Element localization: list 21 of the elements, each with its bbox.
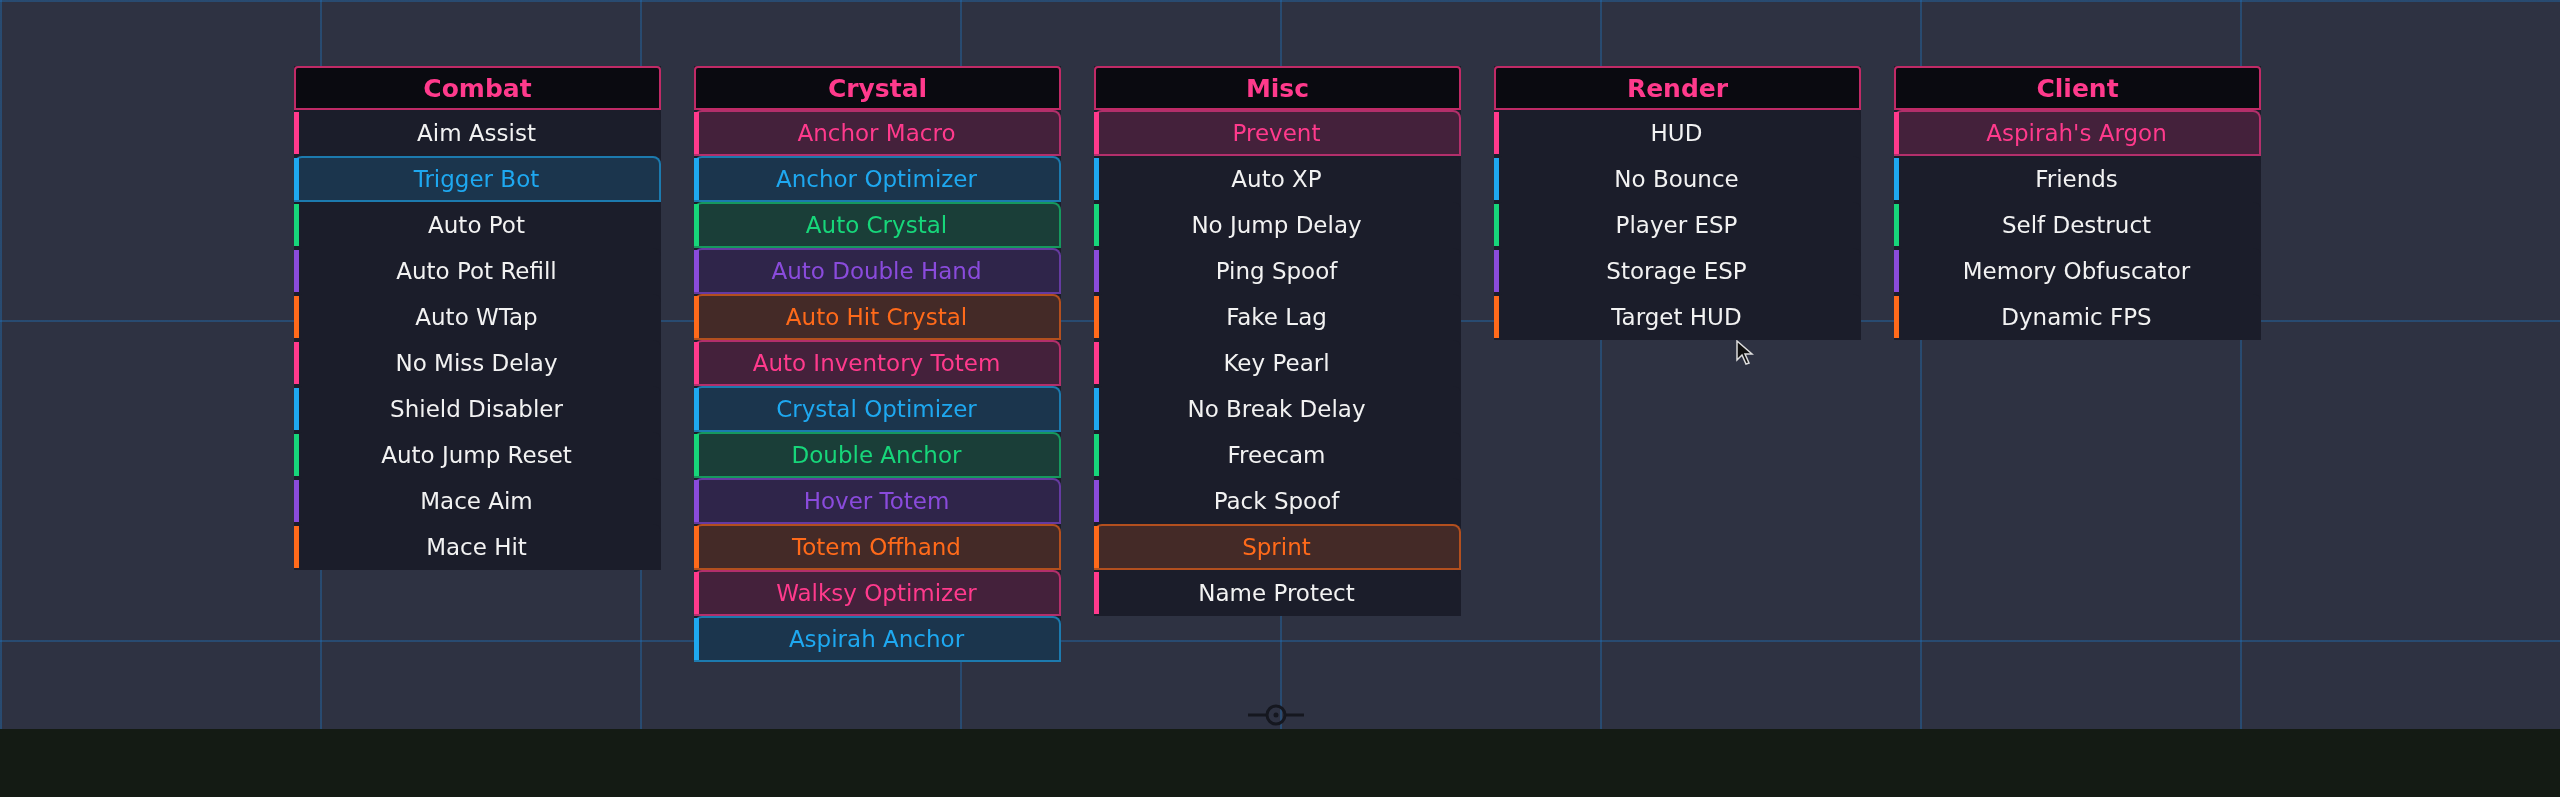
panel-header: Crystal	[694, 66, 1061, 110]
panel-header: Render	[1494, 66, 1861, 110]
module-toggle[interactable]: Walksy Optimizer	[694, 570, 1061, 616]
module-toggle[interactable]: Auto Inventory Totem	[694, 340, 1061, 386]
module-toggle[interactable]: Anchor Macro	[694, 110, 1061, 156]
panel-header: Misc	[1094, 66, 1461, 110]
module-toggle[interactable]: Crystal Optimizer	[694, 386, 1061, 432]
module-toggle[interactable]: Trigger Bot	[294, 156, 661, 202]
panel-header: Combat	[294, 66, 661, 110]
panel-header: Client	[1894, 66, 2261, 110]
module-toggle[interactable]: Auto Hit Crystal	[694, 294, 1061, 340]
module-toggle[interactable]: Aspirah's Argon	[1894, 110, 2261, 156]
module-toggle[interactable]: Aspirah Anchor	[694, 616, 1061, 662]
module-toggle[interactable]: Prevent	[1094, 110, 1461, 156]
mouse-cursor-icon	[1736, 340, 1754, 366]
module-toggle[interactable]: Double Anchor	[694, 432, 1061, 478]
module-toggle[interactable]: Sprint	[1094, 524, 1461, 570]
module-toggle[interactable]: Totem Offhand	[694, 524, 1061, 570]
module-toggle[interactable]: Anchor Optimizer	[694, 156, 1061, 202]
module-toggle[interactable]: Auto Crystal	[694, 202, 1061, 248]
crosshair-icon	[1248, 704, 1304, 726]
